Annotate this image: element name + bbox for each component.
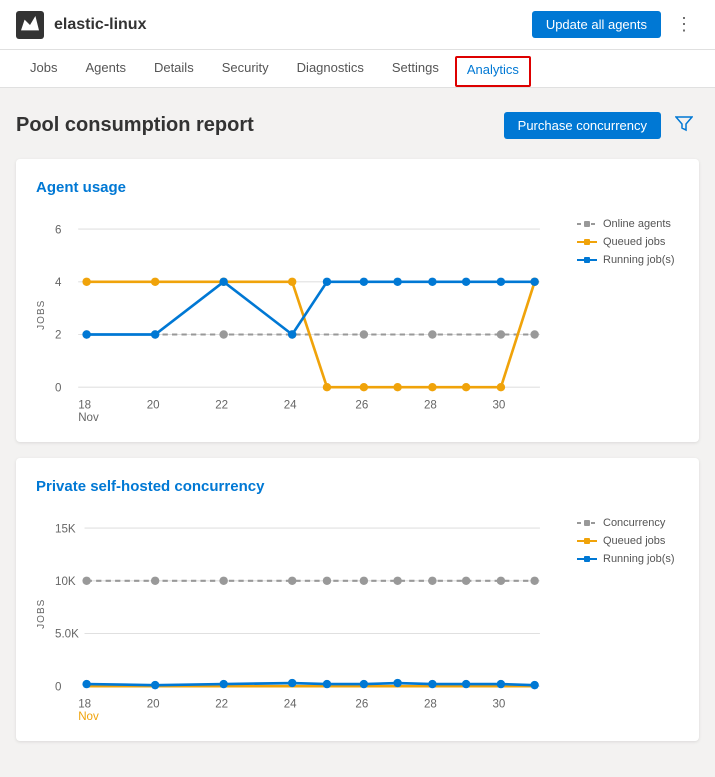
concurrency-queued-icon xyxy=(577,535,597,547)
svg-text:24: 24 xyxy=(284,399,297,411)
svg-text:26: 26 xyxy=(355,399,368,411)
svg-text:24: 24 xyxy=(284,698,297,710)
legend-running-jobs: Running job(s) xyxy=(577,254,679,266)
concurrency-y-label: JOBS xyxy=(36,507,47,721)
running-jobs-icon xyxy=(577,254,597,266)
svg-text:6: 6 xyxy=(55,224,61,236)
logo-icon xyxy=(21,16,39,34)
svg-text:20: 20 xyxy=(147,698,160,710)
top-bar-right: Update all agents ⋮ xyxy=(532,10,699,39)
filter-button[interactable] xyxy=(669,108,699,143)
nav-item-diagnostics[interactable]: Diagnostics xyxy=(283,50,378,87)
nav-item-details[interactable]: Details xyxy=(140,50,208,87)
svg-text:2: 2 xyxy=(55,330,61,342)
svg-text:26: 26 xyxy=(355,698,368,710)
top-bar-left: elastic-linux xyxy=(16,11,146,39)
agent-usage-chart-container: JOBS 6 4 2 0 xyxy=(36,208,679,422)
nav-item-settings[interactable]: Settings xyxy=(378,50,453,87)
agent-usage-y-label: JOBS xyxy=(36,208,47,422)
legend-queued-jobs-label: Queued jobs xyxy=(603,236,665,248)
concurrency-chart-container: JOBS 15K 10K 5.0K 0 xyxy=(36,507,679,721)
page-title: Pool consumption report xyxy=(16,114,254,137)
update-all-agents-button[interactable]: Update all agents xyxy=(532,11,661,38)
legend-concurrency: Concurrency xyxy=(577,517,679,529)
svg-text:0: 0 xyxy=(55,681,61,693)
agent-usage-legend: Online agents Queued jobs Running job(s) xyxy=(569,208,679,422)
svg-text:4: 4 xyxy=(55,277,62,289)
svg-text:30: 30 xyxy=(492,698,505,710)
legend-concurrency-queued: Queued jobs xyxy=(577,535,679,547)
agent-usage-card: Agent usage JOBS 6 4 2 0 xyxy=(16,159,699,442)
legend-concurrency-running-label: Running job(s) xyxy=(603,553,675,565)
top-bar: elastic-linux Update all agents ⋮ xyxy=(0,0,715,50)
svg-text:28: 28 xyxy=(424,399,437,411)
queued-jobs-icon xyxy=(577,236,597,248)
concurrency-card: Private self-hosted concurrency JOBS 15K… xyxy=(16,458,699,741)
svg-text:0: 0 xyxy=(55,382,61,394)
legend-online-agents-label: Online agents xyxy=(603,218,671,230)
svg-text:28: 28 xyxy=(424,698,437,710)
nav-item-agents[interactable]: Agents xyxy=(71,50,139,87)
legend-concurrency-queued-label: Queued jobs xyxy=(603,535,665,547)
main-content: Pool consumption report Purchase concurr… xyxy=(0,88,715,777)
purchase-concurrency-button[interactable]: Purchase concurrency xyxy=(504,112,661,139)
svg-text:15K: 15K xyxy=(55,523,76,535)
nav-item-analytics[interactable]: Analytics xyxy=(455,56,531,87)
svg-text:22: 22 xyxy=(215,698,228,710)
legend-running-jobs-label: Running job(s) xyxy=(603,254,675,266)
agent-usage-chart-area: 6 4 2 0 xyxy=(55,208,561,422)
legend-online-agents: Online agents xyxy=(577,218,679,230)
concurrency-title: Private self-hosted concurrency xyxy=(36,478,679,495)
concurrency-running-icon xyxy=(577,553,597,565)
online-agents-icon xyxy=(577,218,597,230)
agent-usage-title: Agent usage xyxy=(36,179,679,196)
more-options-button[interactable]: ⋮ xyxy=(669,10,699,39)
nav-item-security[interactable]: Security xyxy=(208,50,283,87)
concurrency-svg: 15K 10K 5.0K 0 xyxy=(55,507,561,718)
svg-text:5.0K: 5.0K xyxy=(55,629,79,641)
concurrency-icon xyxy=(577,517,597,529)
concurrency-chart-area: 15K 10K 5.0K 0 xyxy=(55,507,561,721)
svg-text:22: 22 xyxy=(215,399,228,411)
app-title: elastic-linux xyxy=(54,16,146,34)
header-actions: Purchase concurrency xyxy=(504,108,699,143)
agent-usage-svg: 6 4 2 0 xyxy=(55,208,561,419)
nav-item-jobs[interactable]: Jobs xyxy=(16,50,71,87)
svg-text:20: 20 xyxy=(147,399,160,411)
filter-icon xyxy=(675,114,693,132)
page-header: Pool consumption report Purchase concurr… xyxy=(16,108,699,143)
logo xyxy=(16,11,44,39)
legend-queued-jobs: Queued jobs xyxy=(577,236,679,248)
svg-text:Nov: Nov xyxy=(78,711,99,723)
svg-text:18: 18 xyxy=(78,698,91,710)
svg-text:Nov: Nov xyxy=(78,412,99,424)
svg-text:10K: 10K xyxy=(55,576,76,588)
nav-bar: Jobs Agents Details Security Diagnostics… xyxy=(0,50,715,88)
concurrency-legend: Concurrency Queued jobs Running job(s) xyxy=(569,507,679,721)
svg-text:18: 18 xyxy=(78,399,91,411)
legend-concurrency-running: Running job(s) xyxy=(577,553,679,565)
legend-concurrency-label: Concurrency xyxy=(603,517,665,529)
svg-text:30: 30 xyxy=(492,399,505,411)
